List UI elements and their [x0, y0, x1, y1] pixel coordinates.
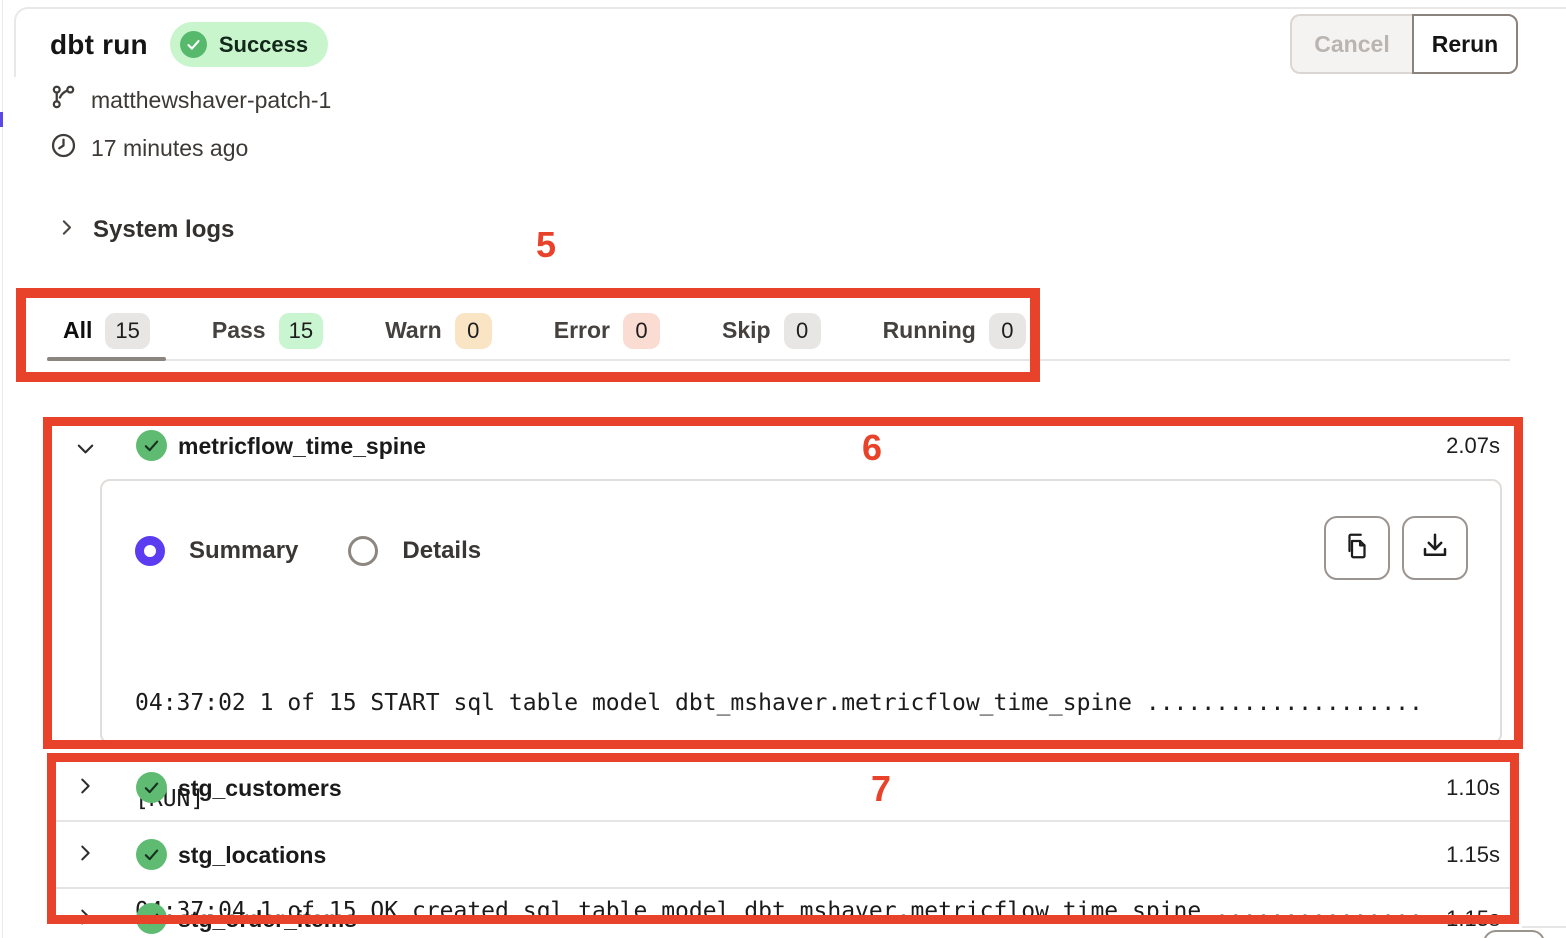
radio-selected-icon[interactable]: [135, 536, 165, 566]
download-icon: [1420, 531, 1450, 566]
copy-log-button[interactable]: [1324, 516, 1390, 580]
cancel-button[interactable]: Cancel: [1290, 14, 1412, 74]
copy-icon: [1342, 531, 1372, 566]
tab-running-label: Running: [883, 317, 976, 344]
download-log-button[interactable]: [1402, 516, 1468, 580]
system-logs-label: System logs: [93, 216, 234, 244]
left-edge-line: [2, 0, 3, 938]
annotation-number-6: 6: [862, 427, 882, 469]
tab-warn-label: Warn: [385, 317, 442, 344]
branch-name: matthewshaver-patch-1: [91, 87, 331, 114]
tab-error-label: Error: [554, 317, 610, 344]
row-divider: [56, 820, 1510, 822]
model-duration: 2.07s: [1446, 433, 1500, 459]
annotation-number-5: 5: [536, 224, 556, 266]
chevron-right-icon[interactable]: [74, 842, 96, 869]
left-blue-marker: [0, 112, 3, 127]
success-status-icon: [136, 903, 167, 934]
row-divider: [56, 887, 1510, 889]
success-check-icon: [180, 31, 207, 58]
tab-all-count: 15: [105, 313, 149, 349]
table-row[interactable]: stg_customers 1.10s: [56, 770, 1510, 810]
tab-error[interactable]: Error 0: [538, 302, 676, 359]
radio-unselected-icon[interactable]: [348, 536, 378, 566]
bottom-right-divider: [1522, 926, 1566, 928]
details-option[interactable]: Details: [348, 536, 481, 566]
chevron-right-icon[interactable]: [74, 775, 96, 802]
tab-running[interactable]: Running 0: [867, 302, 1042, 359]
rerun-button[interactable]: Rerun: [1412, 14, 1518, 74]
run-actions: Cancel Rerun: [1290, 14, 1518, 74]
success-status-icon: [136, 772, 167, 803]
system-logs-toggle[interactable]: System logs: [56, 216, 234, 244]
tab-pass-label: Pass: [212, 317, 266, 344]
table-row[interactable]: stg_order_items 1.15s: [56, 901, 1510, 938]
summary-label: Summary: [189, 537, 298, 565]
collapse-chevron-down-icon[interactable]: [74, 437, 97, 465]
time-row: 17 minutes ago: [50, 132, 248, 164]
tab-pass-count: 15: [279, 313, 323, 349]
tab-pass[interactable]: Pass 15: [196, 302, 339, 359]
chevron-right-icon[interactable]: [74, 906, 96, 933]
model-duration: 1.15s: [1446, 842, 1500, 868]
clock-icon: [50, 132, 77, 164]
model-name[interactable]: metricflow_time_spine: [178, 433, 426, 460]
tab-error-count: 0: [623, 313, 660, 349]
git-branch-icon: [50, 84, 77, 116]
tab-skip[interactable]: Skip 0: [706, 302, 837, 359]
tab-warn[interactable]: Warn 0: [369, 302, 508, 359]
status-filter-tabs: All 15 Pass 15 Warn 0 Error 0 Skip 0 Run…: [47, 302, 1510, 361]
tab-all-label: All: [63, 317, 92, 344]
chevron-right-icon: [56, 217, 77, 243]
partial-bottom-button[interactable]: [1483, 930, 1545, 938]
success-status-icon: [136, 430, 167, 461]
status-badge-label: Success: [219, 32, 308, 58]
run-details-page: dbt run Success matthewshaver-patch-1 17…: [0, 0, 1566, 938]
success-status-icon: [136, 839, 167, 870]
tab-skip-count: 0: [784, 313, 821, 349]
model-name[interactable]: stg_order_items: [178, 906, 357, 933]
branch-row: matthewshaver-patch-1: [50, 84, 331, 116]
run-time-ago: 17 minutes ago: [91, 135, 248, 162]
model-duration: 1.10s: [1446, 775, 1500, 801]
log-detail-card: Summary Details 04:37:02 1 of 15 START s…: [100, 479, 1502, 744]
page-title: dbt run: [50, 29, 148, 61]
model-name[interactable]: stg_locations: [178, 842, 326, 869]
summary-option[interactable]: Summary: [135, 536, 298, 566]
tab-warn-count: 0: [455, 313, 492, 349]
log-view-options: Summary Details: [135, 536, 481, 566]
header: dbt run Success: [50, 22, 328, 67]
tab-running-count: 0: [989, 313, 1026, 349]
tab-skip-label: Skip: [722, 317, 771, 344]
model-name[interactable]: stg_customers: [178, 775, 342, 802]
log-line: 04:37:02 1 of 15 START sql table model d…: [135, 687, 1423, 719]
table-row[interactable]: stg_locations 1.15s: [56, 837, 1510, 877]
model-duration: 1.15s: [1446, 906, 1500, 932]
tab-all[interactable]: All 15: [47, 302, 166, 359]
details-label: Details: [402, 537, 481, 565]
status-badge: Success: [170, 22, 328, 67]
